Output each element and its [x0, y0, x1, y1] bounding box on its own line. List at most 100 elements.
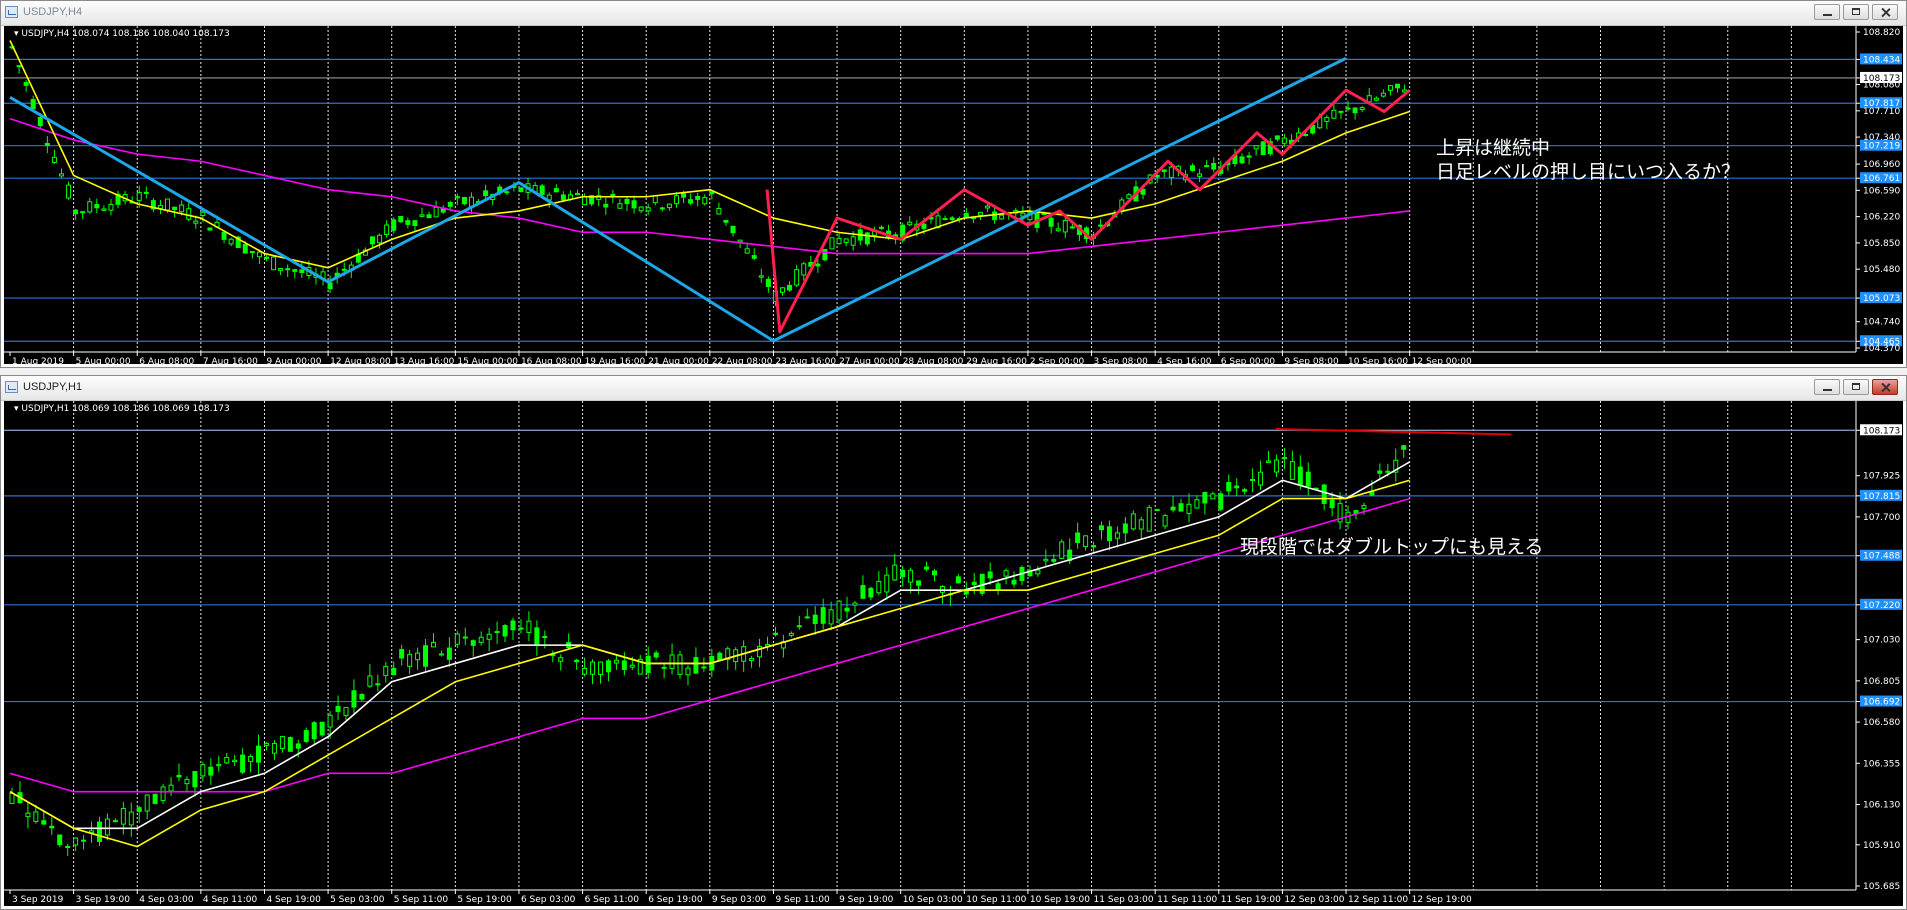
candle-body: [1106, 526, 1112, 542]
candle-body: [391, 667, 397, 676]
candle-body: [1059, 541, 1065, 559]
candle-body: [985, 205, 991, 209]
time-label: 3 Sep 08:00: [1094, 357, 1149, 364]
candle-body: [433, 206, 439, 218]
candle-body: [184, 778, 190, 785]
candle-body: [96, 821, 102, 842]
header-arrow: ▾: [14, 404, 21, 414]
candle-body: [916, 580, 922, 586]
time-label: 11 Sep 03:00: [1094, 895, 1154, 905]
candle-body: [16, 65, 22, 68]
candle-body: [1246, 155, 1252, 158]
candle-body: [1062, 219, 1068, 233]
candle-body: [1011, 579, 1017, 585]
time-label: 13 Aug 16:00: [394, 357, 455, 364]
candle-body: [1003, 570, 1009, 577]
candle-body: [1239, 156, 1245, 164]
candle-body: [949, 217, 955, 221]
candle-body: [1170, 506, 1176, 511]
close-button[interactable]: [1872, 4, 1898, 20]
candle-body: [758, 275, 764, 278]
time-label: 5 Sep 19:00: [457, 895, 512, 905]
candle-body: [263, 742, 269, 746]
chart-window-h4[interactable]: USDJPY,H4 1 Aug 2019 5 Aug 00:00 6 Aug 08:…: [0, 0, 1907, 368]
candle-body: [709, 191, 715, 195]
candle-body: [900, 569, 906, 578]
candle-body: [1385, 470, 1391, 473]
candle-body: [81, 839, 87, 842]
candle-body: [716, 208, 722, 215]
candle-body: [794, 269, 800, 286]
candle-body: [765, 278, 771, 287]
candle-body: [271, 743, 277, 754]
candle-body: [987, 571, 993, 579]
candle-body: [1099, 525, 1105, 531]
candle-body: [1190, 165, 1196, 171]
chart-area-h1[interactable]: 3 Sep 2019 3 Sep 19:00 4 Sep 03:00 4 Sep 11…: [4, 401, 1903, 906]
candle-body: [504, 191, 510, 194]
price-label: 104.370: [1863, 344, 1900, 354]
candle-body: [23, 82, 29, 86]
candle-body: [666, 203, 672, 209]
price-level-label: 107.815: [1863, 492, 1900, 502]
candle-body: [192, 771, 198, 788]
candle-body: [186, 208, 192, 220]
candle-body: [136, 192, 142, 201]
candle-body: [963, 590, 969, 595]
price-chart-h4[interactable]: 1 Aug 2019 5 Aug 00:00 6 Aug 08:00 7 Aug 16…: [4, 26, 1903, 364]
header-arrow: ▾: [14, 29, 21, 39]
candle-body: [1055, 228, 1061, 232]
candle-body: [1234, 485, 1240, 489]
time-label: 4 Sep 16:00: [1157, 357, 1212, 364]
candle-body: [645, 655, 651, 673]
candle-body: [1359, 107, 1365, 111]
candle-body: [1253, 145, 1259, 150]
candle-body: [737, 239, 743, 243]
candle-body: [49, 825, 55, 829]
candle-body: [1373, 97, 1379, 101]
price-chart-h1[interactable]: 3 Sep 2019 3 Sep 19:00 4 Sep 03:00 4 Sep 11…: [4, 401, 1903, 906]
candle-body: [1210, 493, 1216, 500]
candle-body: [341, 268, 347, 271]
window-title-h1: USDJPY,H1: [23, 381, 83, 393]
candle-body: [136, 807, 142, 812]
minimize-button[interactable]: [1814, 379, 1840, 395]
time-label: 12 Sep 19:00: [1412, 895, 1472, 905]
title-bar-h1[interactable]: USDJPY,H1: [1, 376, 1906, 401]
candle-body: [278, 267, 284, 271]
candle-body: [518, 187, 524, 192]
close-button[interactable]: [1872, 379, 1898, 395]
candle-body: [801, 263, 807, 276]
minimize-button[interactable]: [1814, 4, 1840, 20]
candle-body: [695, 196, 701, 200]
chart-window-h1[interactable]: USDJPY,H1 3 Sep 2019 3 Sep 19:00 4 Sep 03:…: [0, 375, 1907, 910]
candle-body: [624, 198, 630, 205]
chart-area-h4[interactable]: 1 Aug 2019 5 Aug 00:00 6 Aug 08:00 7 Aug 16…: [4, 26, 1903, 364]
candle-body: [279, 736, 285, 749]
candle-body: [51, 156, 57, 163]
price-label: 105.685: [1863, 882, 1900, 892]
candle-body: [749, 657, 755, 661]
title-bar-h4[interactable]: USDJPY,H4: [1, 1, 1906, 26]
candle-body: [955, 576, 961, 584]
candle-body: [702, 197, 708, 205]
candle-body: [560, 194, 566, 201]
candle-body: [653, 652, 659, 658]
candle-body: [677, 654, 683, 675]
candle-body: [822, 249, 828, 261]
candle-body: [995, 583, 1001, 591]
candle-body: [820, 607, 826, 624]
price-level-label: 105.073: [1863, 294, 1900, 304]
time-label: 19 Aug 16:00: [585, 357, 646, 364]
candle-body: [351, 690, 357, 708]
maximize-button[interactable]: [1843, 379, 1869, 395]
candle-body: [165, 198, 171, 211]
candle-body: [582, 668, 588, 675]
candle-body: [868, 587, 874, 598]
candle-body: [407, 653, 413, 667]
candle-body: [57, 834, 63, 846]
candle-body: [128, 811, 134, 826]
candle-body: [405, 220, 411, 225]
time-label: 9 Sep 11:00: [775, 895, 830, 905]
maximize-button[interactable]: [1843, 4, 1869, 20]
